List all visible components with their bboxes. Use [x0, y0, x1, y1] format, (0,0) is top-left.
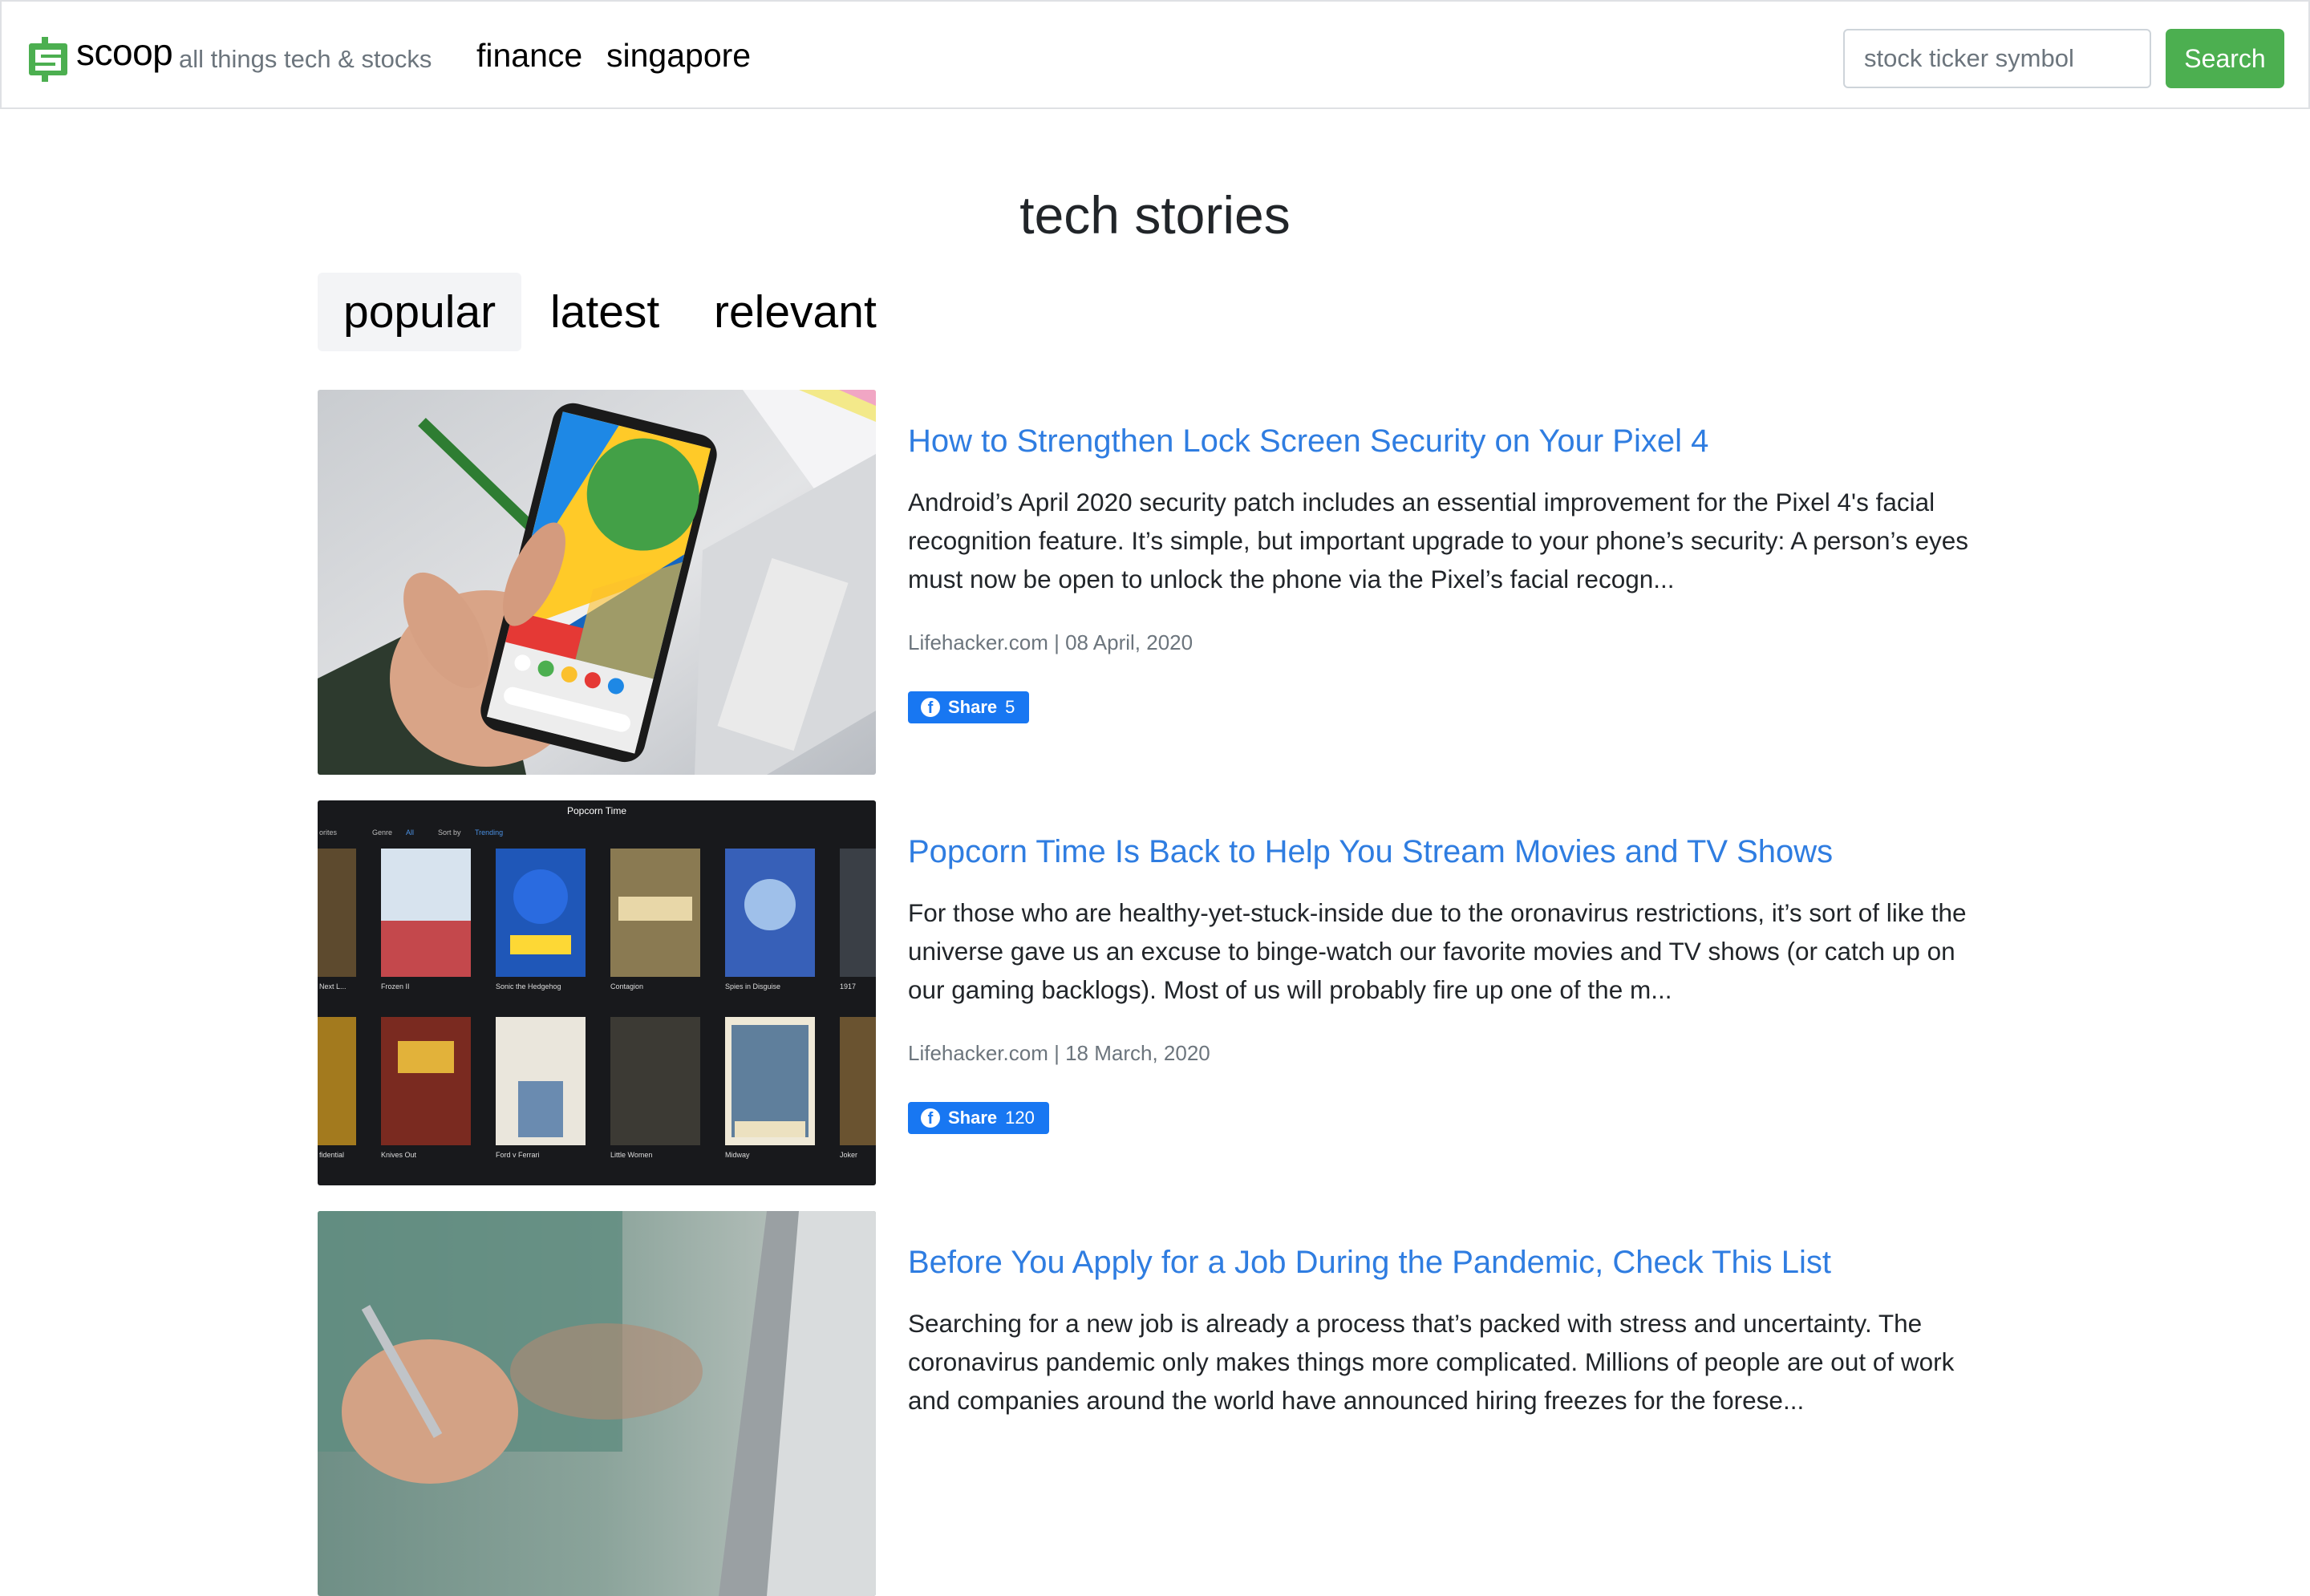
share-label: Share	[948, 1108, 998, 1128]
tab-relevant[interactable]: relevant	[688, 273, 902, 351]
svg-text:Contagion: Contagion	[610, 982, 643, 990]
share-count: 120	[1005, 1108, 1035, 1128]
svg-text:orites: orites	[319, 828, 338, 836]
article-title-link[interactable]: How to Strengthen Lock Screen Security o…	[908, 423, 1708, 460]
job-search-photo-image	[318, 1211, 876, 1596]
article-card: Before You Apply for a Job During the Pa…	[318, 1211, 1986, 1596]
svg-text:Spies in Disguise: Spies in Disguise	[725, 982, 780, 990]
tab-latest[interactable]: latest	[525, 273, 685, 351]
nav-link-finance[interactable]: finance	[476, 37, 582, 75]
article-thumbnail[interactable]	[318, 390, 876, 775]
popcorn-app-title: Popcorn Time	[567, 805, 626, 816]
article-excerpt: For those who are healthy-yet-stuck-insi…	[908, 898, 1967, 1004]
svg-text:Joker: Joker	[840, 1151, 857, 1159]
article-title-link[interactable]: Popcorn Time Is Back to Help You Stream …	[908, 834, 1833, 870]
svg-text:Next L...: Next L...	[319, 982, 346, 990]
article-thumbnail[interactable]	[318, 1211, 876, 1596]
phone-photo-image	[318, 390, 876, 775]
nav-link-singapore[interactable]: singapore	[606, 37, 751, 75]
search-button[interactable]: Search	[2166, 29, 2284, 88]
facebook-icon: f	[921, 698, 940, 717]
popcorn-time-screenshot-image: Popcorn Time orites Genre All Sort by Tr…	[318, 800, 876, 1185]
dollar-logo-icon[interactable]	[29, 37, 67, 82]
article-source-date: Lifehacker.com | 18 March, 2020	[908, 1041, 1210, 1065]
svg-text:Trending: Trending	[475, 828, 503, 836]
article-source-date: Lifehacker.com | 08 April, 2020	[908, 630, 1194, 654]
article-excerpt: Searching for a new job is already a pro…	[908, 1309, 1955, 1415]
brand-name[interactable]: scoop	[76, 30, 173, 74]
article-thumbnail[interactable]: Popcorn Time orites Genre All Sort by Tr…	[318, 800, 876, 1185]
svg-text:Frozen II: Frozen II	[381, 982, 410, 990]
svg-text:Little Women: Little Women	[610, 1151, 652, 1159]
facebook-share-button[interactable]: f Share 120	[908, 1102, 1049, 1134]
svg-text:Sonic the Hedgehog: Sonic the Hedgehog	[496, 982, 561, 990]
article-card: How to Strengthen Lock Screen Security o…	[318, 390, 1986, 775]
ticker-search-input[interactable]	[1843, 29, 2151, 88]
svg-text:Sort by: Sort by	[438, 828, 461, 836]
brand-tagline: all things tech & stocks	[179, 45, 432, 73]
article-excerpt: Android’s April 2020 security patch incl…	[908, 488, 1969, 593]
article-card: Popcorn Time orites Genre All Sort by Tr…	[318, 800, 1986, 1185]
tab-popular[interactable]: popular	[318, 273, 522, 351]
facebook-icon: f	[921, 1108, 940, 1128]
share-label: Share	[948, 697, 998, 717]
svg-text:All: All	[406, 828, 414, 836]
top-navbar: scoop all things tech & stocks finance s…	[0, 0, 2310, 109]
article-title-link[interactable]: Before You Apply for a Job During the Pa…	[908, 1245, 1831, 1281]
svg-text:Ford v Ferrari: Ford v Ferrari	[496, 1151, 540, 1159]
page-title: tech stories	[1019, 185, 1291, 245]
svg-text:Midway: Midway	[725, 1151, 750, 1159]
svg-text:1917: 1917	[840, 982, 856, 990]
share-count: 5	[1005, 697, 1015, 717]
svg-text:Knives Out: Knives Out	[381, 1151, 417, 1159]
svg-text:Genre: Genre	[372, 828, 392, 836]
facebook-share-button[interactable]: f Share 5	[908, 691, 1030, 723]
svg-text:fidential: fidential	[319, 1151, 344, 1159]
